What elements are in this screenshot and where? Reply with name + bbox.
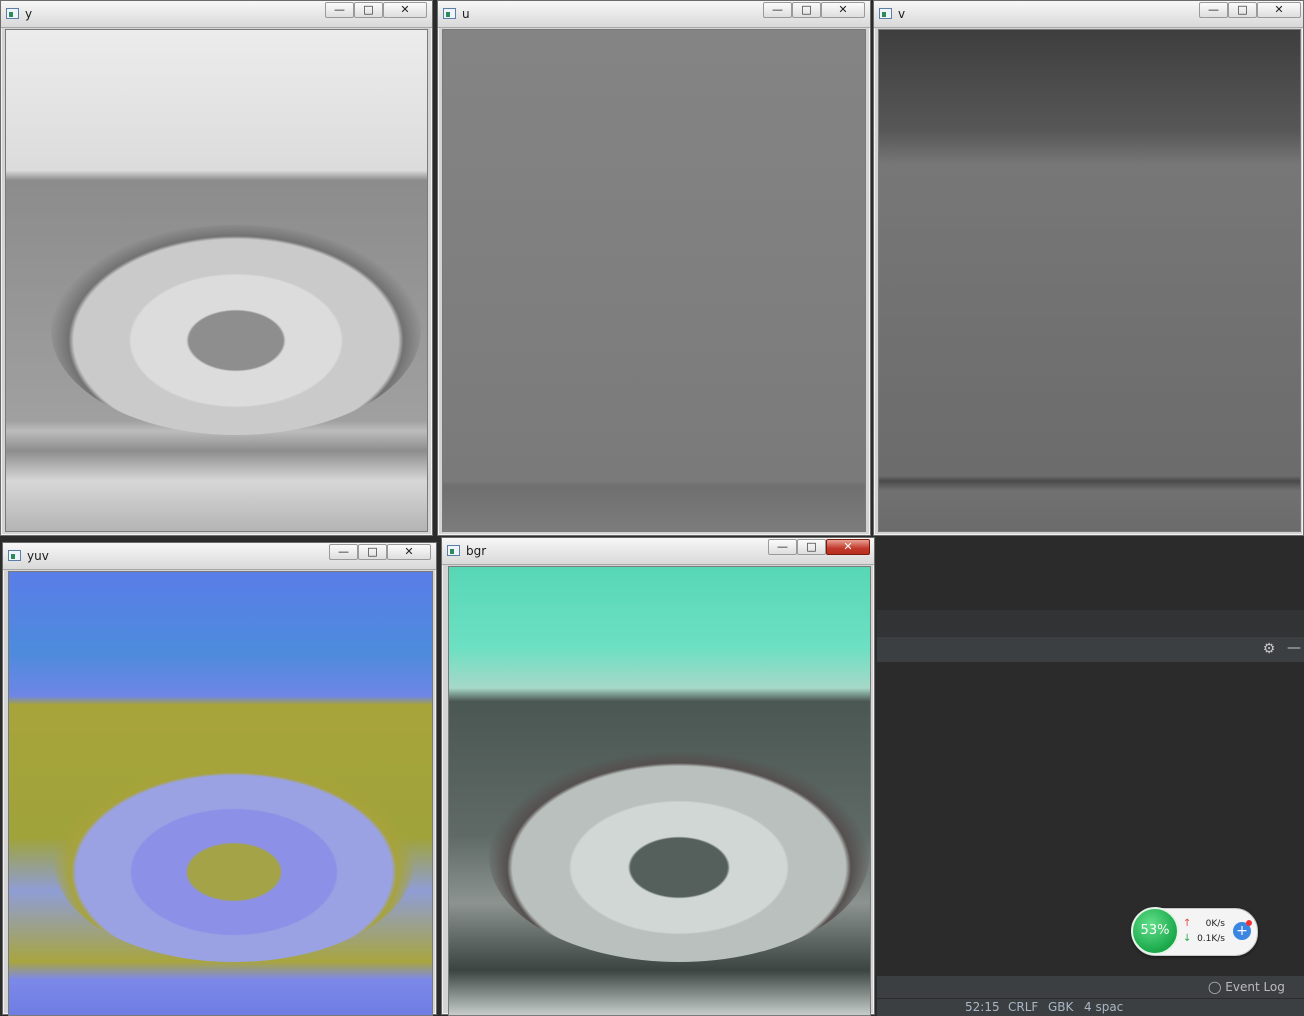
ide-tool-window-header bbox=[877, 636, 1304, 664]
minimize-button[interactable]: — bbox=[329, 544, 358, 560]
app-icon bbox=[8, 550, 21, 561]
image-bgr bbox=[448, 566, 871, 1016]
status-bar: 52:15 CRLF GBK 4 spac bbox=[877, 998, 1304, 1016]
cpu-usage-gauge[interactable]: 53% bbox=[1131, 907, 1179, 955]
maximize-button[interactable]: □ bbox=[792, 2, 821, 18]
event-log-icon: ◯ bbox=[1208, 980, 1222, 994]
event-log-label: Event Log bbox=[1225, 980, 1285, 994]
tire-shape bbox=[489, 752, 869, 962]
maximize-button[interactable]: □ bbox=[797, 539, 826, 555]
titlebar[interactable]: bgr — □ ✕ bbox=[442, 538, 874, 565]
titlebar[interactable]: yuv — □ ✕ bbox=[3, 543, 436, 570]
titlebar[interactable]: y — □ ✕ bbox=[1, 1, 432, 28]
network-monitor-widget[interactable]: 53% ↑ 0K/s ↓ 0.1K/s + bbox=[1131, 907, 1258, 956]
window-bgr: bgr — □ ✕ bbox=[441, 537, 875, 1016]
hide-panel-icon[interactable]: — bbox=[1287, 640, 1301, 656]
window-title: bgr bbox=[466, 544, 487, 558]
window-title: u bbox=[462, 7, 470, 21]
app-icon bbox=[443, 8, 456, 19]
close-button[interactable]: ✕ bbox=[821, 2, 865, 18]
app-icon bbox=[879, 8, 892, 19]
image-v-channel bbox=[878, 29, 1301, 532]
window-yuv: yuv — □ ✕ bbox=[2, 542, 437, 1016]
line-separator[interactable]: CRLF bbox=[1008, 1000, 1038, 1014]
app-icon bbox=[447, 545, 460, 556]
caret-position[interactable]: 52:15 bbox=[965, 1000, 1000, 1014]
indent-setting[interactable]: 4 spac bbox=[1084, 1000, 1123, 1014]
app-icon bbox=[6, 8, 19, 19]
minimize-button[interactable]: — bbox=[763, 2, 792, 18]
minimize-button[interactable]: — bbox=[325, 2, 354, 18]
minimize-button[interactable]: — bbox=[768, 539, 797, 555]
minimize-button[interactable]: — bbox=[1199, 2, 1228, 18]
image-yuv bbox=[8, 571, 433, 1016]
tire-shape bbox=[51, 225, 421, 435]
maximize-button[interactable]: □ bbox=[1228, 2, 1257, 18]
close-button[interactable]: ✕ bbox=[1257, 2, 1301, 18]
close-button[interactable]: ✕ bbox=[826, 539, 870, 555]
file-encoding[interactable]: GBK bbox=[1048, 1000, 1073, 1014]
download-speed: 0.1K/s bbox=[1197, 934, 1225, 944]
close-button[interactable]: ✕ bbox=[387, 544, 431, 560]
image-y-channel bbox=[5, 29, 428, 532]
ide-separator bbox=[877, 610, 1304, 636]
window-u: u — □ ✕ bbox=[437, 0, 871, 536]
window-title: v bbox=[898, 7, 906, 21]
maximize-button[interactable]: □ bbox=[354, 2, 383, 18]
window-title: yuv bbox=[27, 549, 49, 563]
tire-shape bbox=[54, 762, 414, 962]
event-log-link[interactable]: ◯ Event Log bbox=[1208, 980, 1285, 994]
window-title: y bbox=[25, 7, 33, 21]
window-v: v — □ ✕ bbox=[873, 0, 1304, 536]
settings-gear-icon[interactable]: ⚙ bbox=[1261, 641, 1277, 657]
window-y: y — □ ✕ bbox=[0, 0, 433, 536]
ide-panel-dark bbox=[877, 540, 1304, 610]
titlebar[interactable]: u — □ ✕ bbox=[438, 1, 870, 28]
image-u-channel bbox=[442, 29, 866, 532]
notification-dot bbox=[1246, 920, 1252, 926]
titlebar[interactable]: v — □ ✕ bbox=[874, 1, 1303, 28]
upload-speed: 0K/s bbox=[1205, 919, 1225, 929]
close-button[interactable]: ✕ bbox=[383, 2, 427, 18]
maximize-button[interactable]: □ bbox=[358, 544, 387, 560]
